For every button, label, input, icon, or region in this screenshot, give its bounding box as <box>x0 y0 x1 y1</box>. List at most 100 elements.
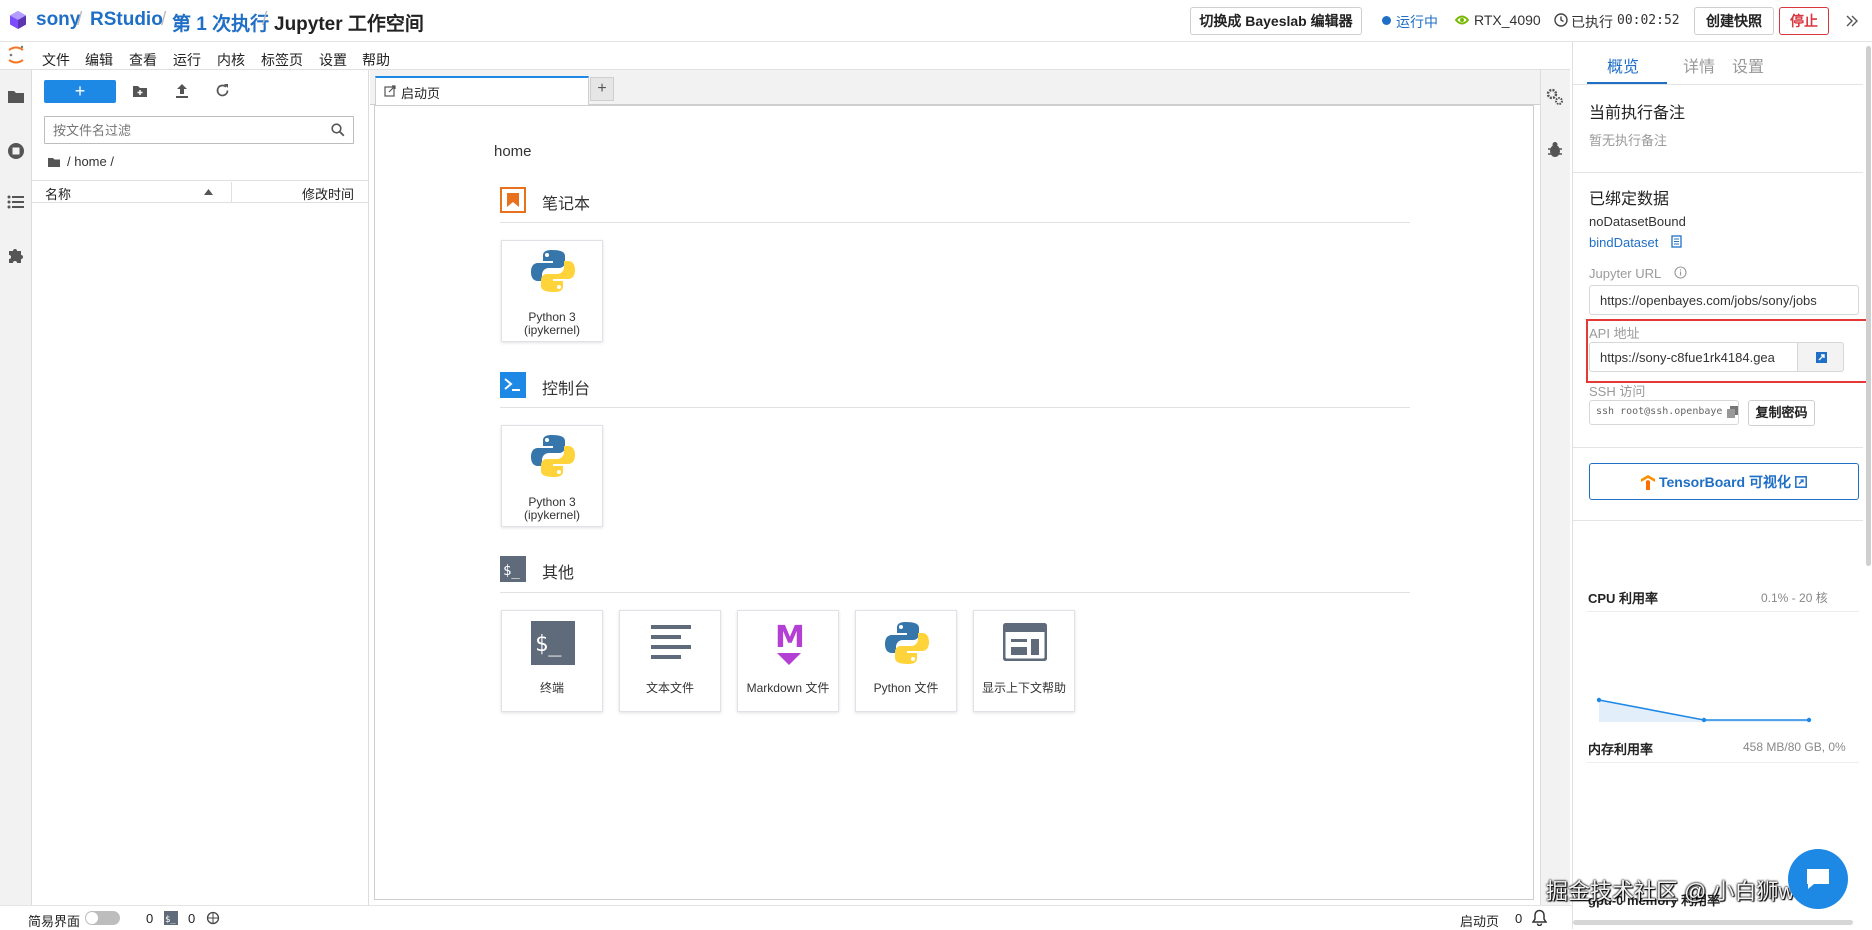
info-icon[interactable] <box>1674 266 1687 279</box>
column-modified-header[interactable]: 修改时间 <box>302 184 354 203</box>
tab-details[interactable]: 详情 <box>1683 53 1715 77</box>
search-icon <box>331 123 345 137</box>
notebook-python3-card[interactable]: Python 3 (ipykernel) <box>501 240 603 342</box>
tabs-divider <box>1573 84 1863 85</box>
markdown-file-card[interactable]: M Markdown 文件 <box>737 610 839 712</box>
right-tool-strip <box>1540 70 1570 905</box>
collapse-panel-icon[interactable] <box>1845 14 1859 28</box>
status-active-tab: 启动页 <box>1460 914 1500 929</box>
run-status: 运行中 <box>1396 14 1438 30</box>
refresh-icon[interactable] <box>215 83 230 98</box>
extensions-icon[interactable] <box>7 246 25 264</box>
kernel-sub: (ipykernel) <box>523 323 580 337</box>
file-filter-input[interactable] <box>53 121 323 139</box>
python-icon <box>530 248 576 294</box>
text-file-card[interactable]: 文本文件 <box>619 610 721 712</box>
debugger-icon[interactable] <box>1547 141 1563 159</box>
panel-scrollbar[interactable] <box>1866 46 1871 566</box>
notification-bell-icon[interactable] <box>1532 909 1547 926</box>
context-help-card[interactable]: 显示上下文帮助 <box>973 610 1075 712</box>
divider <box>500 592 1410 593</box>
menu-edit[interactable]: 编辑 <box>85 50 113 70</box>
chart-divider <box>1587 762 1859 763</box>
terminal-card[interactable]: $_ 终端 <box>501 610 603 712</box>
python-icon <box>530 433 576 479</box>
open-api-button[interactable] <box>1797 342 1844 372</box>
app-logo-icon[interactable] <box>8 10 28 30</box>
sort-ascending-icon[interactable] <box>204 189 213 195</box>
file-path[interactable]: / home / <box>67 154 114 169</box>
breadcrumb-separator: / <box>161 9 167 30</box>
table-of-contents-icon[interactable] <box>7 194 25 210</box>
menu-run[interactable]: 运行 <box>173 50 201 70</box>
breadcrumb-user[interactable]: sony <box>36 9 80 31</box>
tab-launcher[interactable]: 启动页 <box>375 76 589 106</box>
markdown-file-label: Markdown 文件 <box>746 681 830 695</box>
file-filter-box[interactable] <box>44 116 354 144</box>
terminal-icon: $_ <box>531 621 575 665</box>
chat-icon <box>1805 867 1831 891</box>
breadcrumb-run[interactable]: 第 1 次执行 <box>172 9 269 36</box>
new-folder-icon[interactable] <box>132 84 148 98</box>
api-url-value: https://sony-c8fue1rk4184.gea <box>1600 350 1775 365</box>
upload-icon[interactable] <box>175 83 189 99</box>
copy-password-button[interactable]: 复制密码 <box>1748 400 1815 426</box>
chat-bubble-button[interactable] <box>1788 849 1848 909</box>
clock-icon <box>1554 13 1568 27</box>
text-file-label: 文本文件 <box>645 681 694 695</box>
file-browser-panel: + / home / 名称 修改时间 <box>32 70 369 905</box>
note-value: 暂无执行备注 <box>1589 133 1668 148</box>
add-tab-button[interactable]: + <box>590 77 614 101</box>
chart-point <box>1701 717 1707 723</box>
bind-dataset-link[interactable]: bindDataset <box>1589 235 1658 250</box>
context-help-label: 显示上下文帮助 <box>981 681 1066 695</box>
property-inspector-icon[interactable] <box>1546 88 1564 106</box>
kernel-count: 0 <box>146 911 154 926</box>
jupyter-logo-icon[interactable] <box>7 45 25 65</box>
context-help-icon <box>1003 623 1047 661</box>
menu-file[interactable]: 文件 <box>42 50 70 70</box>
menu-view[interactable]: 查看 <box>129 50 157 70</box>
terminal-label: 终端 <box>539 681 564 695</box>
new-launcher-button[interactable]: + <box>44 80 116 103</box>
svg-text:$_: $_ <box>535 632 562 657</box>
chart-point <box>1596 697 1602 703</box>
ssh-field[interactable]: ssh root@ssh.openbaye <box>1589 400 1739 425</box>
api-url-field[interactable]: https://sony-c8fue1rk4184.gea <box>1589 342 1798 372</box>
tab-settings[interactable]: 设置 <box>1732 53 1764 77</box>
breadcrumb-folder-icon[interactable] <box>47 156 61 168</box>
console-python3-card[interactable]: Python 3 (ipykernel) <box>501 425 603 527</box>
jupyter-url-field[interactable]: https://openbayes.com/jobs/sony/jobs <box>1589 285 1859 315</box>
markdown-icon: M <box>767 619 811 667</box>
python-file-card[interactable]: Python 文件 <box>855 610 957 712</box>
switch-editor-button[interactable]: 切换成 Bayeslab 编辑器 <box>1190 7 1362 35</box>
running-kernels-icon[interactable] <box>7 142 25 160</box>
divider <box>500 407 1410 408</box>
breadcrumb-project[interactable]: RStudio <box>90 9 163 31</box>
horizontal-scrollbar[interactable] <box>1573 920 1853 925</box>
divider <box>1573 520 1863 521</box>
terminal-status-icon[interactable]: $_ <box>164 911 178 925</box>
notebook-section-title: 笔记本 <box>542 196 591 213</box>
menu-settings[interactable]: 设置 <box>319 50 347 70</box>
ssh-label: SSH 访问 <box>1589 384 1646 399</box>
dataset-title: 已绑定数据 <box>1589 191 1670 208</box>
menu-help[interactable]: 帮助 <box>362 50 390 70</box>
folder-icon[interactable] <box>7 88 25 104</box>
external-link-icon <box>1795 476 1807 489</box>
cpu-value: 0.1% - 20 核 <box>1761 591 1828 605</box>
menu-tabs[interactable]: 标签页 <box>261 50 303 70</box>
column-name-header[interactable]: 名称 <box>45 184 71 203</box>
copy-icon[interactable] <box>1725 406 1738 418</box>
menu-kernel[interactable]: 内核 <box>217 50 245 70</box>
stop-button[interactable]: 停止 <box>1779 7 1829 35</box>
chart-divider <box>1587 611 1859 612</box>
simple-mode-toggle[interactable] <box>85 911 120 925</box>
create-snapshot-button[interactable]: 创建快照 <box>1694 7 1774 35</box>
api-label: API 地址 <box>1589 326 1640 341</box>
tab-overview[interactable]: 概览 <box>1607 53 1639 77</box>
tab-launcher-label: 启动页 <box>401 86 441 101</box>
book-icon[interactable] <box>1671 235 1682 248</box>
tensorboard-button[interactable]: TensorBoard 可视化 <box>1589 463 1859 500</box>
debug-status-icon[interactable] <box>206 911 220 925</box>
